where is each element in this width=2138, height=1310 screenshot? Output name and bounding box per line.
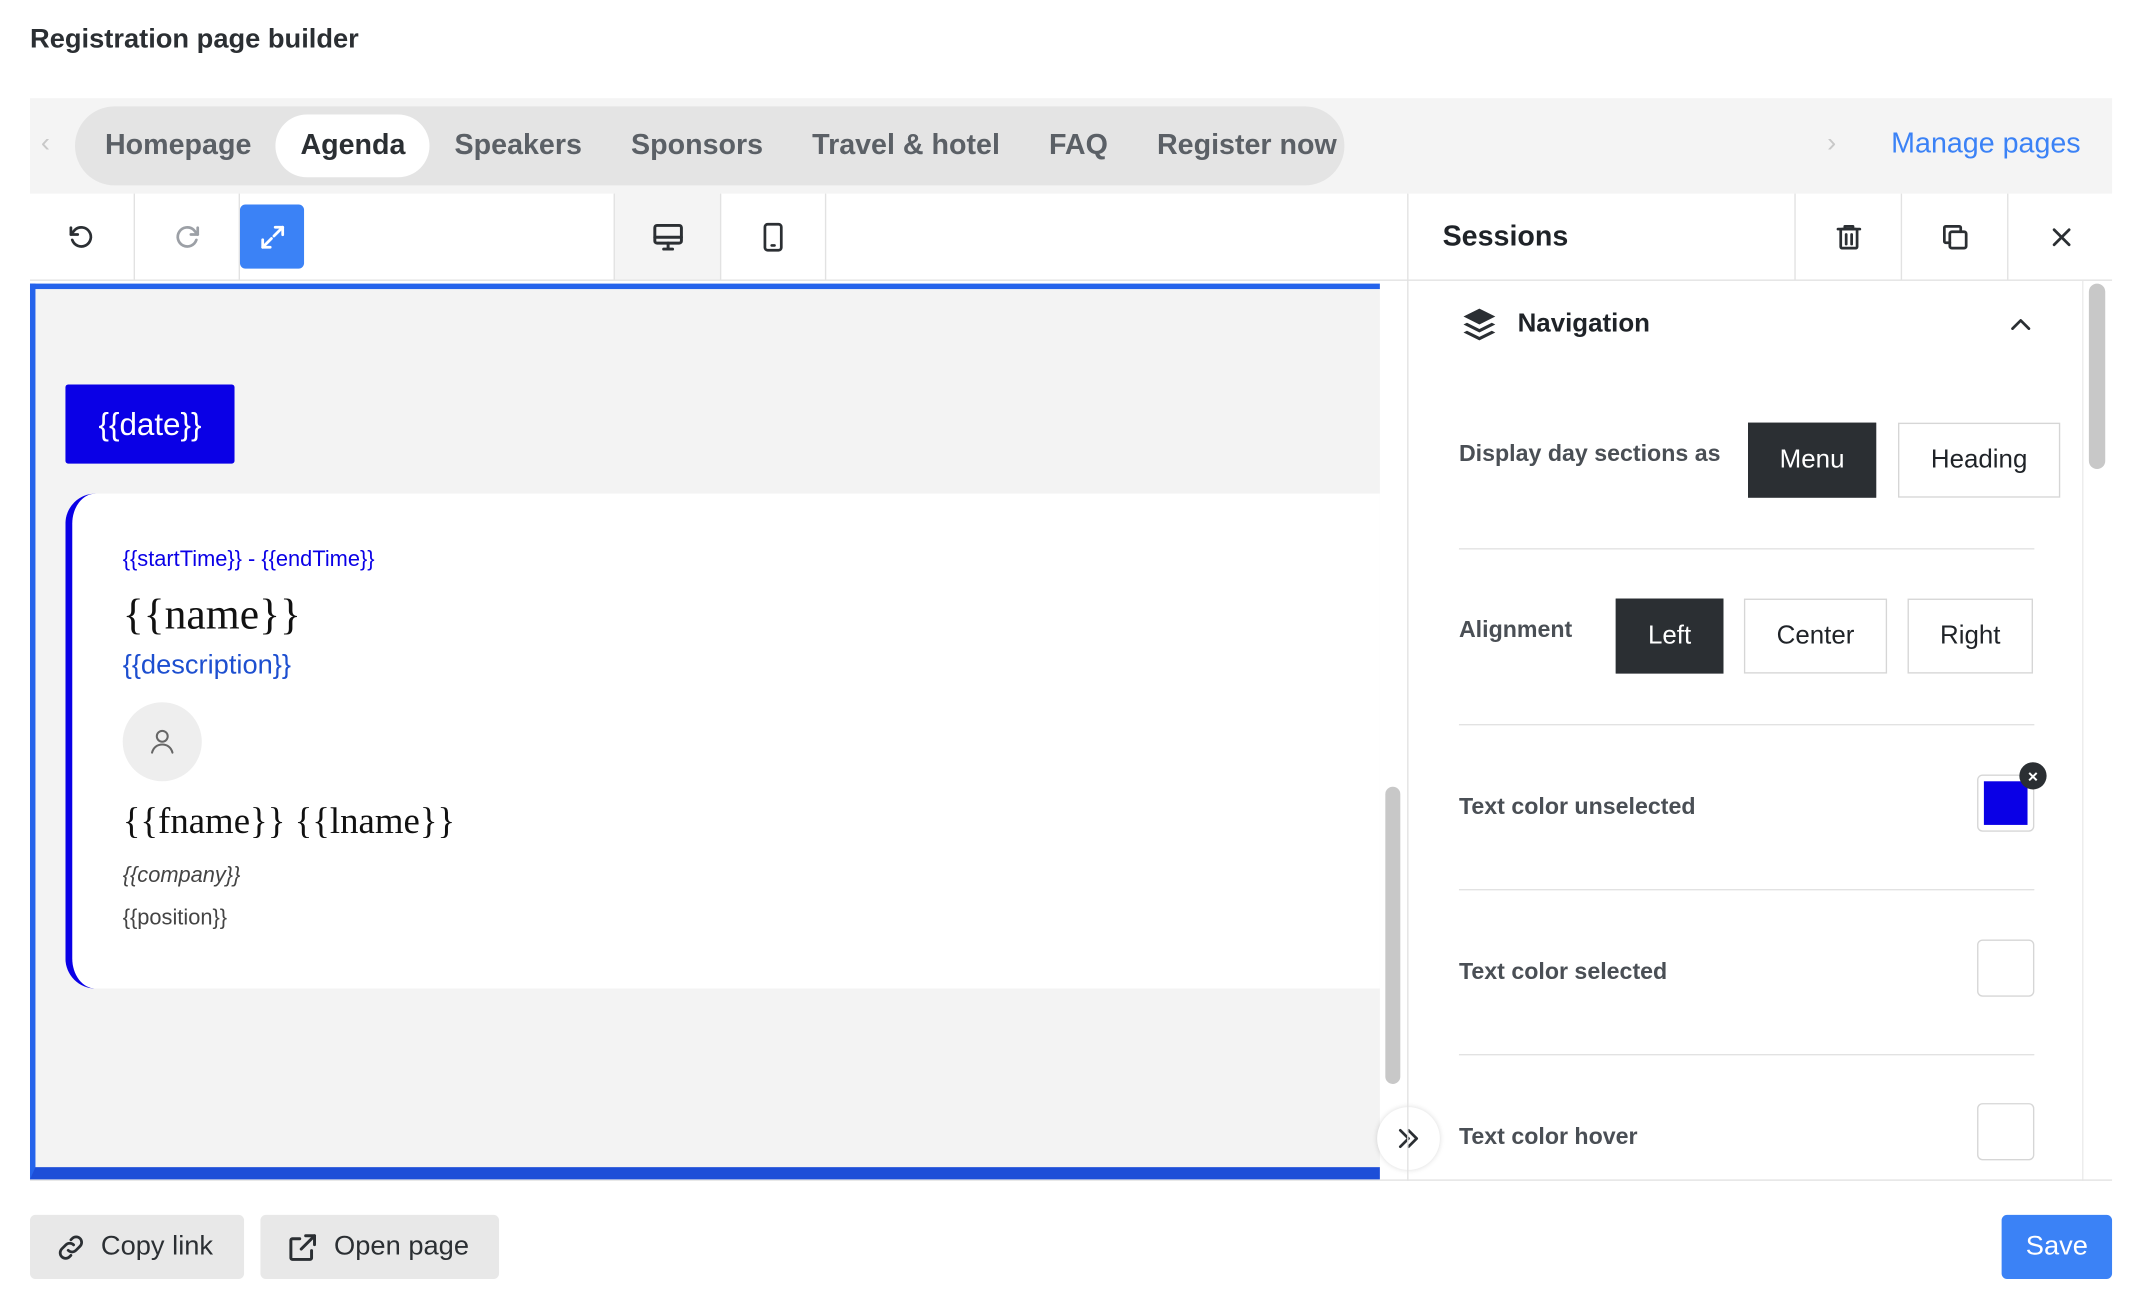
alignment-center-option[interactable]: Center <box>1743 598 1888 674</box>
fullscreen-button[interactable] <box>239 204 305 269</box>
tab-sponsors[interactable]: Sponsors <box>606 115 787 178</box>
color-fill <box>1983 781 2028 825</box>
delete-button[interactable] <box>1794 193 1900 280</box>
navigation-section-title: Navigation <box>1517 309 1651 339</box>
session-description: {{description}} <box>122 650 292 681</box>
user-icon <box>151 729 174 754</box>
chevron-up-icon[interactable] <box>2004 308 2037 341</box>
trash-icon <box>1835 224 1861 249</box>
copy-link-button[interactable]: Copy link <box>29 1214 245 1279</box>
tab-travel-hotel[interactable]: Travel & hotel <box>788 115 1025 178</box>
desktop-view-button[interactable] <box>613 193 720 280</box>
page-tabs-bar: ‹ Homepage Agenda Speakers Sponsors Trav… <box>29 98 2113 194</box>
fullscreen-icon <box>260 225 284 248</box>
settings-panel-header: Sessions <box>1408 193 2113 281</box>
undo-button[interactable] <box>30 193 135 280</box>
mobile-view-button[interactable] <box>719 193 827 280</box>
divider <box>1458 548 2035 550</box>
divider <box>1458 889 2035 891</box>
session-name: {{name}} <box>122 589 301 639</box>
editor-toolbar <box>29 193 1409 281</box>
speaker-company: {{company}} <box>122 864 241 888</box>
speaker-name: {{fname}} {{lname}} <box>122 800 456 842</box>
chevron-left-icon[interactable]: ‹ <box>41 128 50 159</box>
desktop-icon <box>652 223 683 250</box>
manage-pages-link[interactable]: Manage pages <box>1891 128 2080 161</box>
divider <box>1458 724 2035 726</box>
speaker-position: {{position}} <box>122 906 228 930</box>
copy-link-label: Copy link <box>100 1231 214 1262</box>
panel-scroll-track <box>2082 280 2084 1181</box>
chevron-right-icon[interactable]: › <box>1827 128 1836 159</box>
divider <box>1458 1053 2035 1056</box>
bottom-divider <box>29 1179 2113 1181</box>
close-panel-button[interactable] <box>2007 193 2113 280</box>
undo-icon <box>69 225 93 248</box>
close-icon <box>2052 227 2070 246</box>
page-title: Registration page builder <box>29 24 359 55</box>
open-page-label: Open page <box>334 1231 470 1262</box>
copy-icon <box>1942 224 1967 249</box>
page-preview-canvas: {{date}} {{startTime}} - {{endTime}} {{n… <box>29 283 1380 1180</box>
tabs-pill: Homepage Agenda Speakers Sponsors Travel… <box>74 106 1345 186</box>
external-link-icon <box>289 1233 316 1261</box>
tab-speakers[interactable]: Speakers <box>430 115 606 178</box>
date-menu-button[interactable]: {{date}} <box>65 384 235 464</box>
alignment-label: Alignment <box>1458 616 1573 643</box>
text-color-unselected-label: Text color unselected <box>1458 793 1696 820</box>
tab-agenda[interactable]: Agenda <box>275 114 431 178</box>
session-time: {{startTime}} - {{endTime}} <box>122 548 375 572</box>
link-icon <box>58 1234 83 1260</box>
display-heading-option[interactable]: Heading <box>1897 422 2061 498</box>
save-button[interactable]: Save <box>2001 1214 2113 1279</box>
text-color-hover-swatch[interactable] <box>1977 1103 2035 1161</box>
text-color-unselected-swatch[interactable]: × <box>1977 762 2047 832</box>
speaker-avatar <box>122 702 202 782</box>
duplicate-button[interactable] <box>1900 193 2007 280</box>
session-card[interactable]: {{startTime}} - {{endTime}} {{name}} {{d… <box>65 493 1380 989</box>
tab-homepage[interactable]: Homepage <box>80 115 275 178</box>
clear-color-icon[interactable]: × <box>2019 762 2047 790</box>
open-page-button[interactable]: Open page <box>260 1214 500 1279</box>
alignment-right-option[interactable]: Right <box>1907 598 2033 674</box>
text-color-selected-label: Text color selected <box>1458 958 1668 985</box>
tab-faq[interactable]: FAQ <box>1024 115 1132 178</box>
navigation-section-header[interactable]: Navigation <box>1460 305 1650 343</box>
panel-title: Sessions <box>1442 220 1569 253</box>
display-day-sections-label: Display day sections as <box>1458 440 1721 467</box>
redo-button[interactable] <box>135 193 240 280</box>
text-color-selected-swatch[interactable] <box>1977 939 2035 997</box>
layers-icon <box>1463 308 1496 341</box>
mobile-icon <box>763 222 783 251</box>
alignment-left-option[interactable]: Left <box>1615 598 1724 674</box>
redo-icon <box>176 225 200 248</box>
tab-register-now[interactable]: Register now <box>1132 115 1361 178</box>
text-color-hover-label: Text color hover <box>1458 1123 1638 1150</box>
panel-scrollbar[interactable] <box>2088 283 2106 470</box>
settings-panel-body: Navigation Display day sections as Menu … <box>1408 281 2112 1181</box>
canvas-scrollbar[interactable] <box>1385 786 1401 1084</box>
display-menu-option[interactable]: Menu <box>1748 422 1877 498</box>
